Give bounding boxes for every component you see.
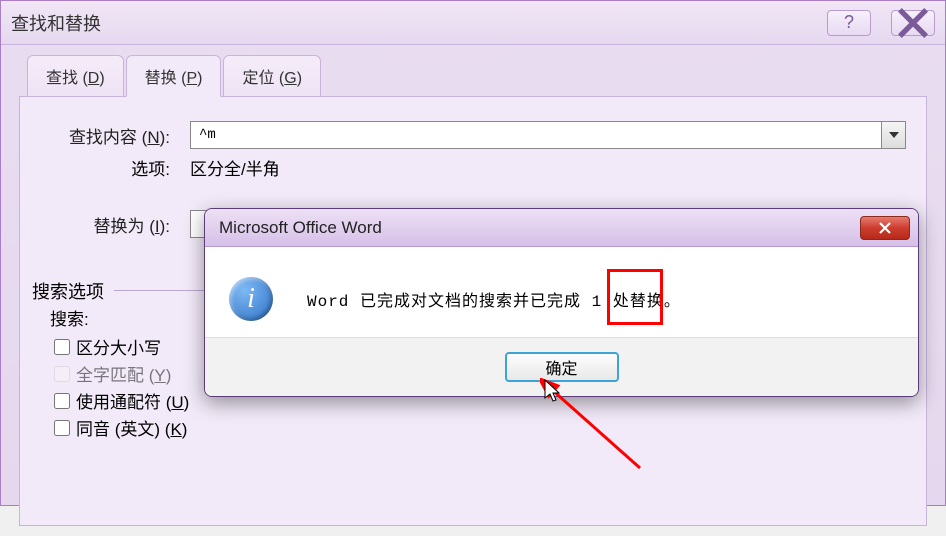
help-button[interactable]: ?	[827, 10, 871, 36]
match-case-input[interactable]	[54, 339, 70, 355]
ok-button[interactable]: 确定	[505, 352, 619, 382]
options-label: 选项:	[40, 155, 190, 180]
tabs: 查找 (D) 替换 (P) 定位 (G)	[27, 54, 927, 96]
tab-find[interactable]: 查找 (D)	[27, 55, 124, 97]
info-icon: i	[229, 277, 273, 321]
wildcards-input[interactable]	[54, 393, 70, 409]
message-box: Microsoft Office Word i Word 已完成对文档的搜索并已…	[204, 208, 919, 397]
find-combo[interactable]	[190, 121, 906, 149]
sounds-like-label: 同音 (英文) (K)	[76, 415, 187, 440]
find-label: 查找内容 (N):	[40, 123, 190, 148]
whole-word-input	[54, 366, 70, 382]
close-button[interactable]	[891, 10, 935, 36]
msgbox-message: Word 已完成对文档的搜索并已完成 1 处替换。	[307, 287, 681, 311]
find-input[interactable]	[191, 122, 881, 148]
titlebar: 查找和替换 ?	[1, 1, 945, 45]
tab-replace[interactable]: 替换 (P)	[126, 55, 222, 97]
tab-goto[interactable]: 定位 (G)	[223, 55, 321, 97]
search-options-legend: 搜索选项	[32, 278, 114, 304]
wildcards-label: 使用通配符 (U)	[76, 388, 189, 413]
whole-word-label: 全字匹配 (Y)	[76, 361, 171, 386]
find-dropdown-button[interactable]	[881, 122, 905, 148]
msgbox-close-button[interactable]	[860, 216, 910, 240]
msgbox-titlebar: Microsoft Office Word	[205, 209, 918, 247]
close-icon	[878, 221, 892, 235]
checkbox-sounds-like[interactable]: 同音 (英文) (K)	[54, 415, 914, 440]
titlebar-controls: ?	[827, 10, 935, 36]
options-value: 区分全/半角	[190, 155, 280, 180]
match-case-label: 区分大小写	[76, 334, 161, 359]
dialog-title: 查找和替换	[11, 10, 827, 36]
sounds-like-input[interactable]	[54, 420, 70, 436]
replace-label: 替换为 (I):	[40, 212, 190, 237]
chevron-down-icon	[889, 132, 899, 138]
msgbox-title: Microsoft Office Word	[219, 218, 860, 238]
